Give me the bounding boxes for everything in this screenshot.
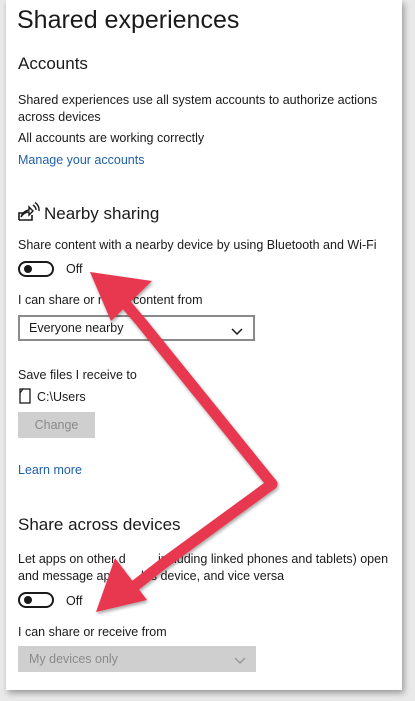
nearby-sharing-heading: Nearby sharing xyxy=(44,204,160,223)
chevron-down-icon xyxy=(231,323,243,341)
share-across-description-line1-b: including linked phones and tablets) ope… xyxy=(158,552,389,566)
nearby-sharing-toggle-state: Off xyxy=(66,262,83,276)
nearby-share-from-dropdown[interactable]: Everyone nearby xyxy=(18,315,255,341)
share-across-description-line2-b: his device, and vice versa xyxy=(141,569,285,583)
nearby-sharing-icon xyxy=(17,201,41,222)
toggle-knob xyxy=(24,265,32,273)
nearby-share-from-label-tail: content from xyxy=(133,293,203,307)
nearby-share-from-value: Everyone nearby xyxy=(29,321,124,335)
drive-icon xyxy=(19,388,31,404)
accounts-description: Shared experiences use all system accoun… xyxy=(18,93,378,124)
settings-panel: Shared experiences Accounts Shared exper… xyxy=(6,0,402,690)
share-across-from-dropdown[interactable]: My devices only xyxy=(18,646,256,672)
save-files-path: C:\Users xyxy=(37,390,86,404)
learn-more-link[interactable]: Learn more xyxy=(18,463,82,477)
share-across-from-label: I can share or receive from xyxy=(18,625,167,639)
accounts-heading: Accounts xyxy=(18,54,88,73)
share-across-description-line1-a: Let apps on other d xyxy=(18,552,126,566)
change-button[interactable]: Change xyxy=(18,412,95,438)
nearby-sharing-description: Share content with a nearby device by us… xyxy=(18,238,377,252)
toggle-knob xyxy=(24,596,32,604)
nearby-share-from-label: I can share or r xyxy=(18,293,103,307)
share-across-from-value: My devices only xyxy=(29,652,118,666)
manage-accounts-link[interactable]: Manage your accounts xyxy=(18,153,144,167)
nearby-sharing-toggle[interactable] xyxy=(18,261,54,277)
page-title: Shared experiences xyxy=(17,6,240,34)
share-across-devices-heading: Share across devices xyxy=(18,515,181,534)
chevron-down-icon xyxy=(234,652,246,670)
share-across-toggle-state: Off xyxy=(66,594,83,608)
share-across-description-line2-a: and message app xyxy=(18,569,118,583)
accounts-status: All accounts are working correctly xyxy=(18,131,205,145)
save-files-label: Save files I receive to xyxy=(18,368,137,382)
share-across-toggle[interactable] xyxy=(18,592,54,608)
